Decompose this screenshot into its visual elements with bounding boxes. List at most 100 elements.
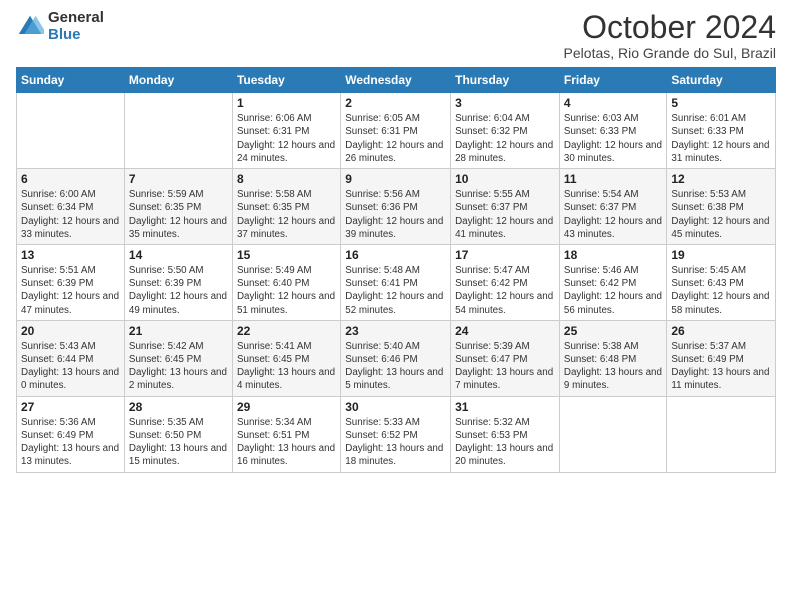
day-info: Sunrise: 5:42 AM Sunset: 6:45 PM Dayligh… <box>129 340 228 393</box>
calendar-cell: 15Sunrise: 5:49 AM Sunset: 6:40 PM Dayli… <box>232 244 340 320</box>
calendar-cell: 4Sunrise: 6:03 AM Sunset: 6:33 PM Daylig… <box>559 93 666 169</box>
calendar-cell: 8Sunrise: 5:58 AM Sunset: 6:35 PM Daylig… <box>232 169 340 245</box>
day-info: Sunrise: 6:01 AM Sunset: 6:33 PM Dayligh… <box>671 112 771 165</box>
day-info: Sunrise: 5:46 AM Sunset: 6:42 PM Dayligh… <box>564 264 662 317</box>
weekday-header-thursday: Thursday <box>451 68 560 93</box>
calendar-cell: 1Sunrise: 6:06 AM Sunset: 6:31 PM Daylig… <box>232 93 340 169</box>
day-number: 27 <box>21 400 120 414</box>
day-info: Sunrise: 5:38 AM Sunset: 6:48 PM Dayligh… <box>564 340 662 393</box>
weekday-header-sunday: Sunday <box>17 68 125 93</box>
calendar-table: SundayMondayTuesdayWednesdayThursdayFrid… <box>16 67 776 472</box>
calendar-cell <box>124 93 232 169</box>
header: General Blue October 2024 Pelotas, Rio G… <box>16 10 776 61</box>
day-info: Sunrise: 5:56 AM Sunset: 6:36 PM Dayligh… <box>345 188 446 241</box>
day-number: 2 <box>345 96 446 110</box>
day-number: 4 <box>564 96 662 110</box>
day-number: 7 <box>129 172 228 186</box>
calendar-cell <box>559 396 666 472</box>
day-number: 9 <box>345 172 446 186</box>
calendar-cell: 7 Sunrise: 5:59 AM Sunset: 6:35 PM Daylig… <box>124 169 232 245</box>
day-number: 18 <box>564 248 662 262</box>
calendar-cell: 21Sunrise: 5:42 AM Sunset: 6:45 PM Dayli… <box>124 320 232 396</box>
day-info: Sunrise: 5:34 AM Sunset: 6:51 PM Dayligh… <box>237 416 336 469</box>
day-info: Sunrise: 5:59 AM Sunset: 6:35 PM Dayligh… <box>129 188 228 241</box>
calendar-cell: 10Sunrise: 5:55 AM Sunset: 6:37 PM Dayli… <box>451 169 560 245</box>
calendar-cell: 23 Sunrise: 5:40 AM Sunset: 6:46 PM Dayli… <box>341 320 451 396</box>
month-title: October 2024 <box>564 10 776 45</box>
calendar-cell: 5 Sunrise: 6:01 AM Sunset: 6:33 PM Daylig… <box>667 93 776 169</box>
day-number: 26 <box>671 324 771 338</box>
day-info: Sunrise: 5:35 AM Sunset: 6:50 PM Dayligh… <box>129 416 228 469</box>
calendar-week-row: 20 Sunrise: 5:43 AM Sunset: 6:44 PM Dayli… <box>17 320 776 396</box>
day-info: Sunrise: 5:47 AM Sunset: 6:42 PM Dayligh… <box>455 264 555 317</box>
calendar-cell: 18 Sunrise: 5:46 AM Sunset: 6:42 PM Dayli… <box>559 244 666 320</box>
day-number: 15 <box>237 248 336 262</box>
logo-blue: Blue <box>48 27 104 44</box>
day-number: 6 <box>21 172 120 186</box>
day-number: 31 <box>455 400 555 414</box>
day-number: 11 <box>564 172 662 186</box>
day-number: 23 <box>345 324 446 338</box>
day-info: Sunrise: 5:55 AM Sunset: 6:37 PM Dayligh… <box>455 188 555 241</box>
calendar-cell: 2 Sunrise: 6:05 AM Sunset: 6:31 PM Daylig… <box>341 93 451 169</box>
location-subtitle: Pelotas, Rio Grande do Sul, Brazil <box>564 45 776 61</box>
calendar-week-row: 1Sunrise: 6:06 AM Sunset: 6:31 PM Daylig… <box>17 93 776 169</box>
calendar-cell: 29 Sunrise: 5:34 AM Sunset: 6:51 PM Dayli… <box>232 396 340 472</box>
day-number: 20 <box>21 324 120 338</box>
calendar-cell: 16 Sunrise: 5:48 AM Sunset: 6:41 PM Dayli… <box>341 244 451 320</box>
calendar-cell: 27Sunrise: 5:36 AM Sunset: 6:49 PM Dayli… <box>17 396 125 472</box>
logo-icon <box>16 13 44 41</box>
calendar-cell: 19 Sunrise: 5:45 AM Sunset: 6:43 PM Dayli… <box>667 244 776 320</box>
day-info: Sunrise: 5:48 AM Sunset: 6:41 PM Dayligh… <box>345 264 446 317</box>
calendar-cell: 25Sunrise: 5:38 AM Sunset: 6:48 PM Dayli… <box>559 320 666 396</box>
calendar-cell: 3 Sunrise: 6:04 AM Sunset: 6:32 PM Daylig… <box>451 93 560 169</box>
day-info: Sunrise: 5:50 AM Sunset: 6:39 PM Dayligh… <box>129 264 228 317</box>
day-number: 3 <box>455 96 555 110</box>
logo-text: General Blue <box>48 10 104 43</box>
day-info: Sunrise: 5:43 AM Sunset: 6:44 PM Dayligh… <box>21 340 120 393</box>
day-number: 16 <box>345 248 446 262</box>
weekday-header-friday: Friday <box>559 68 666 93</box>
weekday-header-row: SundayMondayTuesdayWednesdayThursdayFrid… <box>17 68 776 93</box>
day-number: 30 <box>345 400 446 414</box>
day-info: Sunrise: 6:05 AM Sunset: 6:31 PM Dayligh… <box>345 112 446 165</box>
day-info: Sunrise: 5:39 AM Sunset: 6:47 PM Dayligh… <box>455 340 555 393</box>
page: General Blue October 2024 Pelotas, Rio G… <box>0 0 792 612</box>
day-number: 1 <box>237 96 336 110</box>
calendar-cell: 24 Sunrise: 5:39 AM Sunset: 6:47 PM Dayli… <box>451 320 560 396</box>
logo: General Blue <box>16 10 104 43</box>
day-info: Sunrise: 5:33 AM Sunset: 6:52 PM Dayligh… <box>345 416 446 469</box>
weekday-header-saturday: Saturday <box>667 68 776 93</box>
calendar-cell: 26 Sunrise: 5:37 AM Sunset: 6:49 PM Dayli… <box>667 320 776 396</box>
calendar-cell: 17 Sunrise: 5:47 AM Sunset: 6:42 PM Dayli… <box>451 244 560 320</box>
calendar-week-row: 6Sunrise: 6:00 AM Sunset: 6:34 PM Daylig… <box>17 169 776 245</box>
calendar-cell: 12Sunrise: 5:53 AM Sunset: 6:38 PM Dayli… <box>667 169 776 245</box>
day-number: 17 <box>455 248 555 262</box>
day-info: Sunrise: 5:45 AM Sunset: 6:43 PM Dayligh… <box>671 264 771 317</box>
weekday-header-wednesday: Wednesday <box>341 68 451 93</box>
calendar-cell: 31Sunrise: 5:32 AM Sunset: 6:53 PM Dayli… <box>451 396 560 472</box>
calendar-cell: 13 Sunrise: 5:51 AM Sunset: 6:39 PM Dayli… <box>17 244 125 320</box>
day-number: 28 <box>129 400 228 414</box>
weekday-header-monday: Monday <box>124 68 232 93</box>
weekday-header-tuesday: Tuesday <box>232 68 340 93</box>
day-info: Sunrise: 5:37 AM Sunset: 6:49 PM Dayligh… <box>671 340 771 393</box>
day-number: 5 <box>671 96 771 110</box>
day-info: Sunrise: 5:40 AM Sunset: 6:46 PM Dayligh… <box>345 340 446 393</box>
day-number: 8 <box>237 172 336 186</box>
day-info: Sunrise: 5:41 AM Sunset: 6:45 PM Dayligh… <box>237 340 336 393</box>
day-number: 13 <box>21 248 120 262</box>
day-number: 29 <box>237 400 336 414</box>
calendar-cell <box>667 396 776 472</box>
calendar-cell: 9 Sunrise: 5:56 AM Sunset: 6:36 PM Daylig… <box>341 169 451 245</box>
day-number: 19 <box>671 248 771 262</box>
day-number: 24 <box>455 324 555 338</box>
calendar-cell: 6Sunrise: 6:00 AM Sunset: 6:34 PM Daylig… <box>17 169 125 245</box>
calendar-cell: 30 Sunrise: 5:33 AM Sunset: 6:52 PM Dayli… <box>341 396 451 472</box>
calendar-cell: 11Sunrise: 5:54 AM Sunset: 6:37 PM Dayli… <box>559 169 666 245</box>
day-info: Sunrise: 5:51 AM Sunset: 6:39 PM Dayligh… <box>21 264 120 317</box>
calendar-cell: 22Sunrise: 5:41 AM Sunset: 6:45 PM Dayli… <box>232 320 340 396</box>
day-number: 14 <box>129 248 228 262</box>
day-info: Sunrise: 6:04 AM Sunset: 6:32 PM Dayligh… <box>455 112 555 165</box>
calendar-cell <box>17 93 125 169</box>
